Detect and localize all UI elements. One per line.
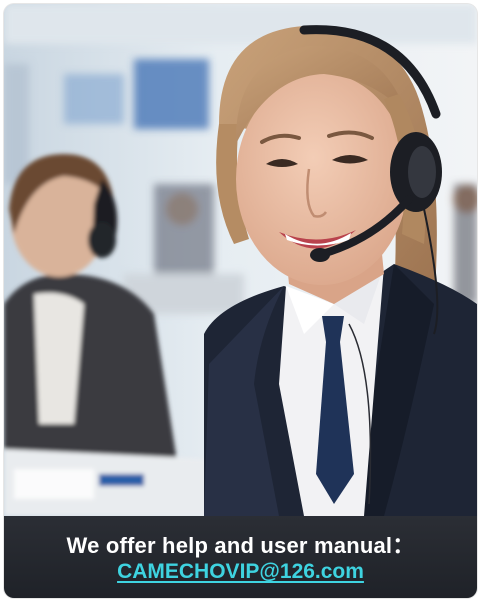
support-email-link[interactable]: CAMECHOVIP@126.com bbox=[4, 560, 477, 584]
caption-banner: We offer help and user manual： CAMECHOVI… bbox=[4, 516, 477, 598]
product-image-card: We offer help and user manual： CAMECHOVI… bbox=[4, 4, 477, 598]
help-headline: We offer help and user manual： bbox=[66, 533, 415, 558]
agent-photo bbox=[4, 4, 477, 516]
